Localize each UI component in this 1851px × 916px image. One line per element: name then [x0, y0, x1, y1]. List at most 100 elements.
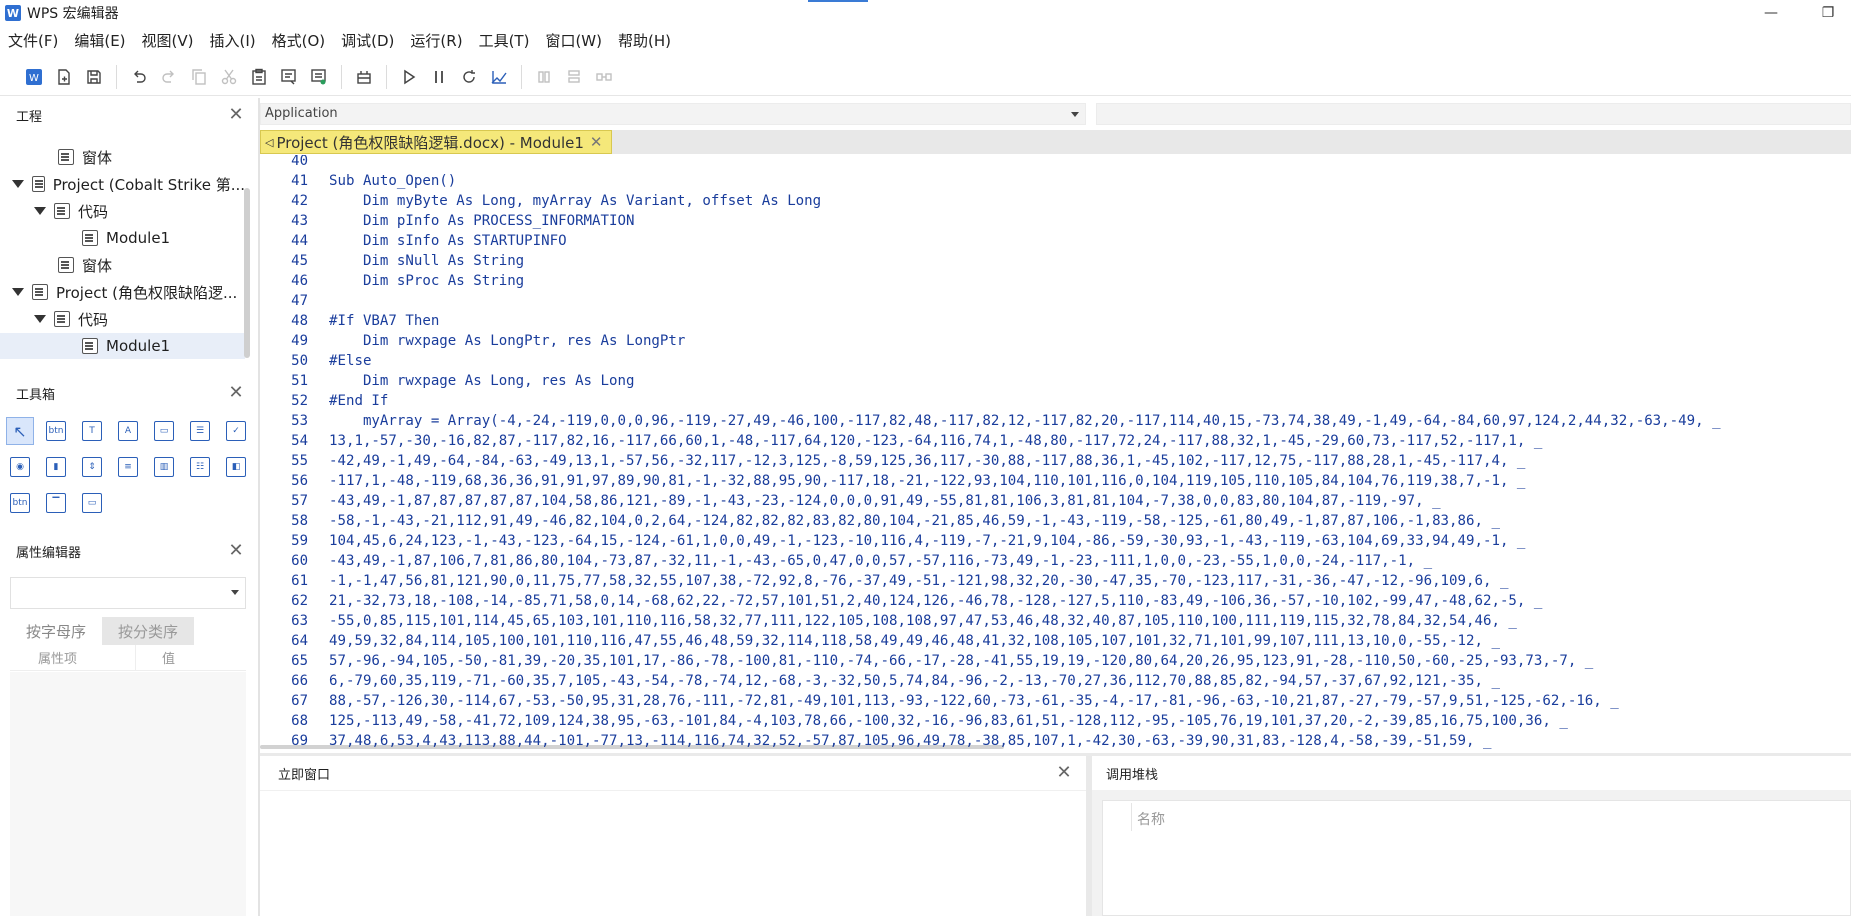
- expand-arrow-icon[interactable]: [12, 288, 24, 296]
- multipage-tool[interactable]: ◧: [222, 453, 250, 481]
- code-line[interactable]: -43,49,-1,87,106,7,81,86,80,104,-73,87,-…: [329, 551, 1432, 571]
- code-line[interactable]: Dim pInfo As PROCESS_INFORMATION: [329, 211, 635, 231]
- code-line[interactable]: Dim sInfo As STARTUPINFO: [329, 231, 567, 251]
- menu-view[interactable]: 视图(V): [134, 28, 202, 54]
- undo-icon[interactable]: [127, 65, 151, 89]
- restore-button[interactable]: ❐: [1805, 0, 1851, 26]
- paste-icon[interactable]: [247, 65, 271, 89]
- step-into-icon[interactable]: [532, 65, 556, 89]
- code-line[interactable]: #End If: [329, 391, 388, 411]
- run-icon[interactable]: [397, 65, 421, 89]
- code-line[interactable]: myArray = Array(-4,-24,-119,0,0,0,96,-11…: [329, 411, 1721, 431]
- code-line[interactable]: 125,-113,49,-58,-41,72,109,124,38,95,-63…: [329, 711, 1568, 731]
- code-line[interactable]: Sub Auto_Open(): [329, 171, 456, 191]
- menu-help[interactable]: 帮助(H): [610, 28, 679, 54]
- pause-icon[interactable]: [427, 65, 451, 89]
- replace-icon[interactable]: [307, 65, 331, 89]
- label-tool[interactable]: T: [78, 417, 106, 445]
- reset-icon[interactable]: [457, 65, 481, 89]
- new-module-icon[interactable]: [52, 65, 76, 89]
- tab-alphabetic[interactable]: 按字母序: [10, 617, 102, 645]
- close-icon[interactable]: ✕: [590, 133, 603, 151]
- object-dropdown[interactable]: Application: [260, 103, 1086, 125]
- code-line[interactable]: -42,49,-1,49,-64,-84,-63,-49,13,1,-57,56…: [329, 451, 1525, 471]
- code-line[interactable]: 57,-96,-94,105,-50,-81,39,-20,35,101,17,…: [329, 651, 1593, 671]
- expand-arrow-icon[interactable]: [12, 180, 24, 188]
- save-icon[interactable]: [82, 65, 106, 89]
- menu-format[interactable]: 格式(O): [264, 28, 334, 54]
- tree-item[interactable]: 窗体: [0, 252, 245, 278]
- code-line[interactable]: Dim rwxpage As Long, res As Long: [329, 371, 635, 391]
- object-browser-icon[interactable]: [352, 65, 376, 89]
- close-icon[interactable]: ✕: [1056, 764, 1072, 782]
- code-line[interactable]: -1,-1,47,56,81,121,90,0,11,75,77,58,32,5…: [329, 571, 1508, 591]
- code-line[interactable]: Dim sNull As String: [329, 251, 524, 271]
- project-tree-scrollbar[interactable]: [244, 188, 250, 358]
- bottom-splitter[interactable]: [260, 753, 1851, 756]
- button-tool[interactable]: btn: [42, 417, 70, 445]
- code-line[interactable]: 21,-32,73,18,-108,-14,-85,71,58,0,14,-68…: [329, 591, 1542, 611]
- cut-icon[interactable]: [217, 65, 241, 89]
- menu-tools[interactable]: 工具(T): [471, 28, 538, 54]
- toggle-tool[interactable]: ▮: [42, 453, 70, 481]
- immediate-window-input[interactable]: [260, 790, 1086, 916]
- code-line[interactable]: 13,1,-57,-30,-16,82,87,-117,82,16,-117,6…: [329, 431, 1542, 451]
- code-line[interactable]: #Else: [329, 351, 371, 371]
- scrollbar-tool[interactable]: ▥: [150, 453, 178, 481]
- code-line[interactable]: 88,-57,-126,30,-114,67,-53,-50,95,31,28,…: [329, 691, 1619, 711]
- frame-tool[interactable]: ▭: [150, 417, 178, 445]
- menu-run[interactable]: 运行(R): [402, 28, 470, 54]
- menu-file[interactable]: 文件(F): [0, 28, 66, 54]
- code-line[interactable]: -55,0,85,115,101,114,45,65,103,101,110,1…: [329, 611, 1517, 631]
- minimize-button[interactable]: —: [1748, 0, 1794, 26]
- copy-icon[interactable]: [187, 65, 211, 89]
- properties-object-select[interactable]: [10, 577, 246, 609]
- menu-insert[interactable]: 插入(I): [202, 28, 264, 54]
- tree-item[interactable]: Project (角色权限缺陷逻...: [0, 279, 245, 305]
- procedure-dropdown[interactable]: [1096, 103, 1851, 125]
- design-mode-icon[interactable]: [487, 65, 511, 89]
- code-line[interactable]: 37,48,6,53,4,43,113,88,44,-101,-77,13,-1…: [329, 731, 1491, 750]
- menu-edit[interactable]: 编辑(E): [66, 28, 133, 54]
- code-line[interactable]: 49,59,32,84,114,105,100,101,110,116,47,5…: [329, 631, 1500, 651]
- code-line[interactable]: #If VBA7 Then: [329, 311, 439, 331]
- module-tab[interactable]: ◁ Project (角色权限缺陷逻辑.docx) - Module1 ✕: [260, 130, 612, 154]
- tab-categorized[interactable]: 按分类序: [102, 617, 194, 645]
- close-icon[interactable]: ✕: [228, 542, 244, 560]
- image-tool[interactable]: btn: [6, 489, 34, 517]
- expand-arrow-icon[interactable]: [34, 207, 46, 215]
- wps-icon[interactable]: W: [22, 65, 46, 89]
- code-line[interactable]: -117,1,-48,-119,68,36,36,91,91,97,89,90,…: [329, 471, 1525, 491]
- tree-item[interactable]: Module1: [0, 225, 245, 251]
- tree-item[interactable]: Module1: [0, 333, 245, 359]
- expand-arrow-icon[interactable]: [34, 315, 46, 323]
- tree-item[interactable]: Project (Cobalt Strike 第...: [0, 171, 245, 197]
- code-line[interactable]: Dim myByte As Long, myArray As Variant, …: [329, 191, 821, 211]
- step-over-icon[interactable]: [562, 65, 586, 89]
- tree-item[interactable]: 窗体: [0, 144, 245, 170]
- close-icon[interactable]: ✕: [228, 106, 244, 124]
- radio-tool[interactable]: ◉: [6, 453, 34, 481]
- code-line[interactable]: 6,-79,60,35,119,-71,-60,35,7,105,-43,-54…: [329, 671, 1500, 691]
- close-icon[interactable]: ✕: [228, 384, 244, 402]
- code-line[interactable]: Dim sProc As String: [329, 271, 524, 291]
- step-out-icon[interactable]: [592, 65, 616, 89]
- code-line[interactable]: 104,45,6,24,123,-1,-43,-123,-64,15,-124,…: [329, 531, 1525, 551]
- tabstrip-tool[interactable]: ☷: [186, 453, 214, 481]
- menu-debug[interactable]: 调试(D): [333, 28, 402, 54]
- spin-tool[interactable]: ⇕: [78, 453, 106, 481]
- code-line[interactable]: Dim rwxpage As LongPtr, res As LongPtr: [329, 331, 685, 351]
- checkbox-tool[interactable]: ✓: [222, 417, 250, 445]
- folder-tool[interactable]: ▭: [78, 489, 106, 517]
- combo-tool[interactable]: ≡: [114, 453, 142, 481]
- code-line[interactable]: -58,-1,-43,-21,112,91,49,-46,82,104,0,2,…: [329, 511, 1500, 531]
- menu-window[interactable]: 窗口(W): [537, 28, 610, 54]
- redo-icon[interactable]: [157, 65, 181, 89]
- listbox-tool[interactable]: ☰: [186, 417, 214, 445]
- textbox-tool[interactable]: A: [114, 417, 142, 445]
- tree-item[interactable]: 代码: [0, 306, 245, 332]
- find-icon[interactable]: [277, 65, 301, 89]
- refedit-tool[interactable]: ▔: [42, 489, 70, 517]
- code-line[interactable]: -43,49,-1,87,87,87,87,87,104,58,86,121,-…: [329, 491, 1441, 511]
- pointer-tool[interactable]: ↖: [6, 417, 34, 445]
